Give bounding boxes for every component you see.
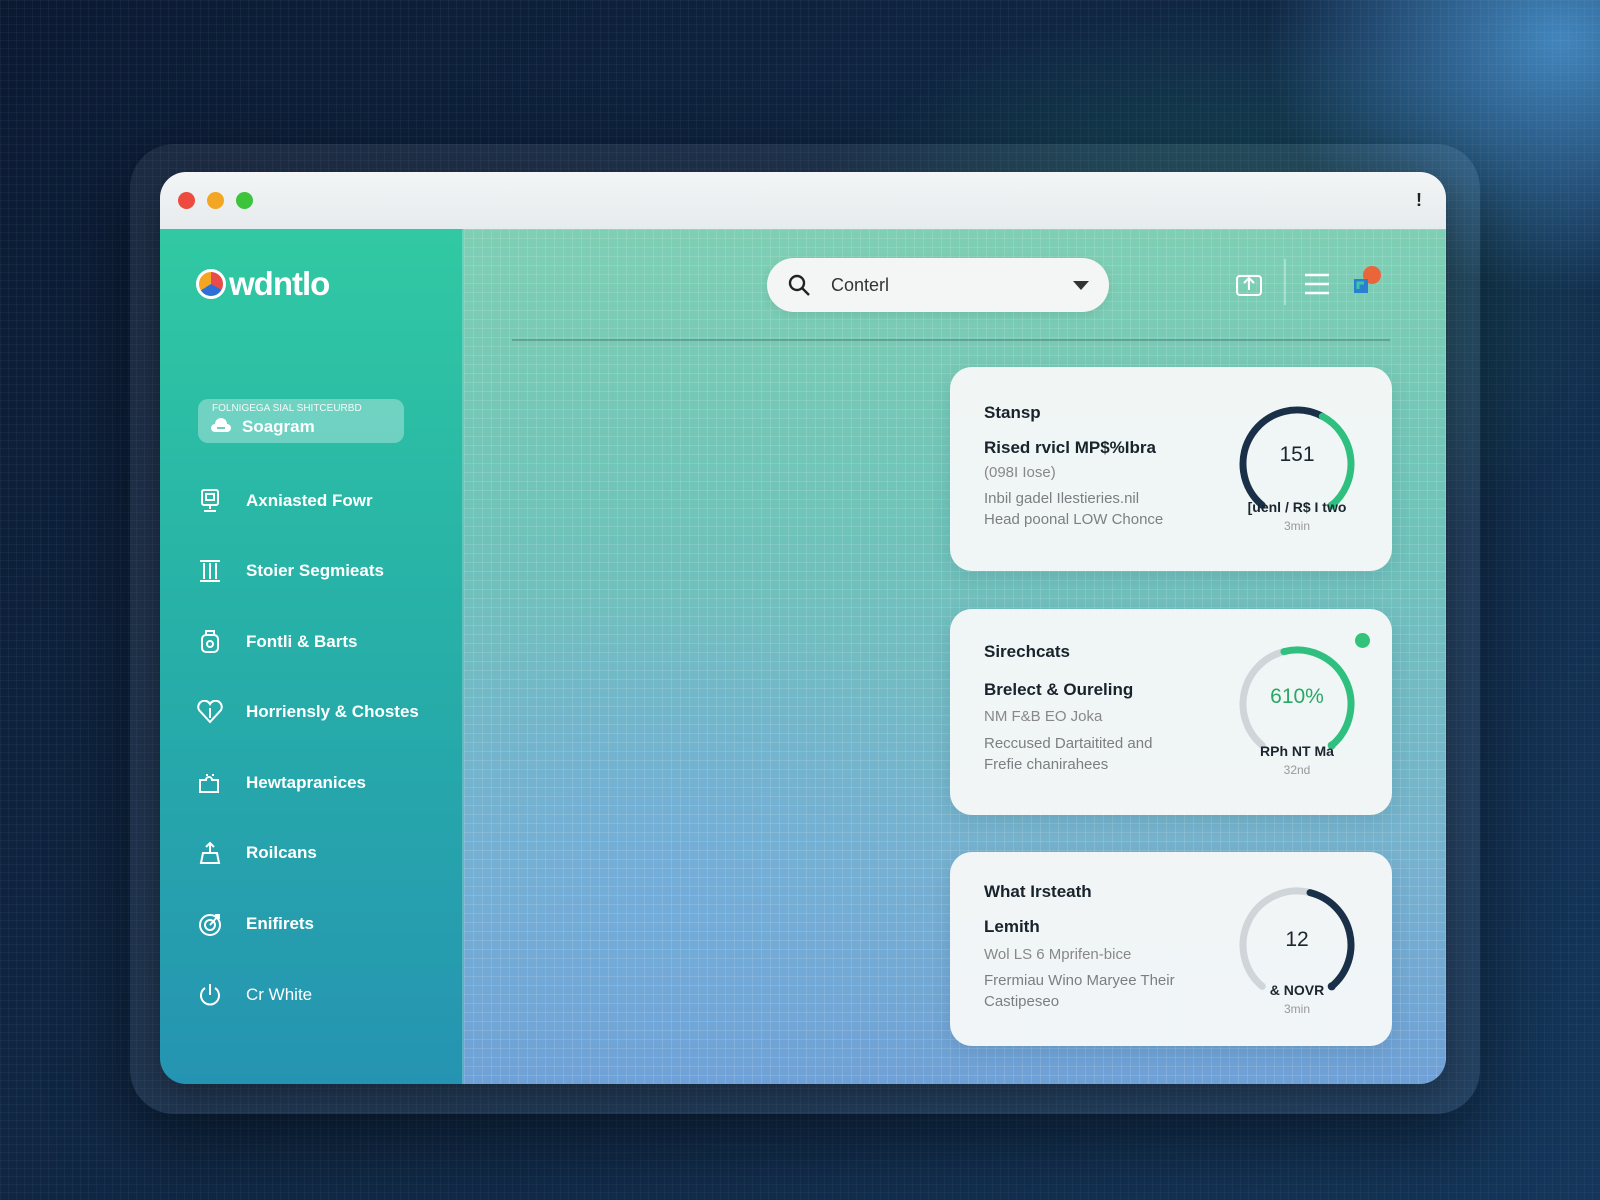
summary-card[interactable]: Stansp Rised rvicl MP$%Ibra (098I Iose) …: [950, 367, 1392, 571]
sidebar-item-label: Stoier Segmieats: [246, 561, 384, 580]
card-description-line: Inbil gadel Ilestieries.nil: [984, 490, 1140, 507]
sidebar-item-cr-white[interactable]: Cr White: [196, 977, 312, 1013]
title-bar: !: [160, 172, 1446, 229]
logo-mark-icon: [196, 269, 226, 299]
card-title: Stansp: [984, 403, 1041, 422]
chevron-down-icon[interactable]: [1073, 280, 1089, 290]
toolbar-divider: [1284, 259, 1286, 305]
sidebar-item-hewtapranices[interactable]: Hewtapranices: [196, 765, 366, 801]
profile-icon[interactable]: [1348, 263, 1384, 299]
header-divider: [512, 339, 1390, 341]
summary-card[interactable]: What Irsteath Lemith Wol LS 6 Mprifen-bi…: [950, 852, 1392, 1046]
sidebar-item-stoier-segmieats[interactable]: Stoier Segmieats: [196, 553, 384, 589]
card-description-line: Frefie chanirahees: [984, 756, 1109, 773]
weight-icon: [196, 839, 224, 867]
gauge-value: 151: [1279, 443, 1315, 466]
menu-icon[interactable]: [1302, 269, 1332, 299]
app-logo[interactable]: wdntlo: [196, 265, 330, 303]
main-content: Stansp Rised rvicl MP$%Ibra (098I Iose) …: [464, 229, 1446, 1084]
gauge-label: & NOVR: [1269, 982, 1325, 998]
card-description-line: Frermiau Wino Maryee Their: [984, 972, 1175, 989]
sidebar-item-label: Fontli & Barts: [246, 632, 358, 651]
card-description: Inbil gadel Ilestieries.nil Head poonal …: [984, 488, 1204, 530]
sidebar-item-enifirets[interactable]: Enifirets: [196, 906, 314, 942]
workspace-chip-caption: FOLNIGEGA SIAL SHITCEURBD: [212, 403, 362, 414]
sidebar-item-label: Axniasted Fowr: [246, 491, 373, 510]
sidebar-item-roilcans[interactable]: Roilcans: [196, 835, 317, 871]
sidebar-item-axniasted-fowr[interactable]: Axniasted Fowr: [196, 483, 373, 519]
gauge-label: RPh NT Ma: [1260, 743, 1334, 759]
card-meta: (098I Iose): [984, 464, 1056, 481]
power-icon: [196, 981, 224, 1009]
search-bar[interactable]: [767, 258, 1109, 312]
gauge-value: 610%: [1270, 685, 1324, 708]
monitor-icon: [196, 487, 224, 515]
search-input[interactable]: [831, 274, 1073, 296]
card-meta: NM F&B EO Joka: [984, 708, 1103, 725]
sidebar-item-fontli-barts[interactable]: Fontli & Barts: [196, 624, 357, 660]
card-description: Frermiau Wino Maryee Their Castipeseo: [984, 970, 1214, 1012]
minimize-window-button[interactable]: [207, 192, 224, 209]
sidebar-item-label: Cr White: [246, 985, 313, 1004]
card-title: What Irsteath: [984, 882, 1092, 901]
export-icon[interactable]: [1234, 269, 1264, 299]
workspace-chip[interactable]: FOLNIGEGA SIAL SHITCEURBD Soagram: [198, 399, 404, 443]
cloud-icon: [211, 418, 231, 432]
sidebar-item-label: Hewtapranices: [246, 773, 366, 792]
card-description-line: Head poonal LOW Chonce: [984, 511, 1164, 528]
card-title: Sirechcats: [984, 642, 1070, 661]
card-subtitle: Brelect & Oureling: [984, 680, 1134, 699]
sidebar-item-label: Enifirets: [246, 914, 315, 933]
card-description-line: Castipeseo: [984, 993, 1060, 1010]
pillar-icon: [196, 557, 224, 585]
card-description-line: Reccused Dartaitited and: [984, 735, 1153, 752]
titlebar-info-icon[interactable]: !: [1416, 190, 1422, 211]
sidebar: wdntlo FOLNIGEGA SIAL SHITCEURBD Soagram…: [160, 229, 464, 1084]
card-description: Reccused Dartaitited and Frefie chanirah…: [984, 733, 1204, 775]
sidebar-item-horriensly-chostes[interactable]: Horriensly & Chostes: [196, 694, 419, 730]
search-icon: [788, 274, 810, 296]
workspace-chip-label: Soagram: [242, 417, 315, 436]
close-window-button[interactable]: [178, 192, 195, 209]
gauge-caption: 3min: [1283, 1002, 1310, 1016]
app-window: ! wdntlo FOLNIGEGA SIAL SHITCEURBD Soagr…: [160, 172, 1446, 1084]
heart-icon: [196, 698, 224, 726]
card-subtitle: Lemith: [984, 917, 1040, 936]
gauge-caption: 3min: [1283, 519, 1310, 533]
logo-text: wdntlo: [229, 265, 330, 302]
gauge-value: 12: [1285, 928, 1309, 951]
jar-icon: [196, 628, 224, 656]
summary-card[interactable]: Sirechcats Brelect & Oureling NM F&B EO …: [950, 609, 1392, 815]
target-icon: [196, 910, 224, 938]
card-subtitle: Rised rvicl MP$%Ibra: [984, 438, 1156, 457]
gauge-label: [uenl / R$ I two: [1247, 499, 1347, 515]
gauge-caption: 32nd: [1283, 763, 1311, 777]
sidebar-item-label: Roilcans: [246, 843, 317, 862]
maximize-window-button[interactable]: [236, 192, 253, 209]
puzzle-icon: [196, 769, 224, 797]
card-meta: Wol LS 6 Mprifen-bice: [984, 946, 1132, 963]
sidebar-item-label: Horriensly & Chostes: [246, 702, 419, 721]
